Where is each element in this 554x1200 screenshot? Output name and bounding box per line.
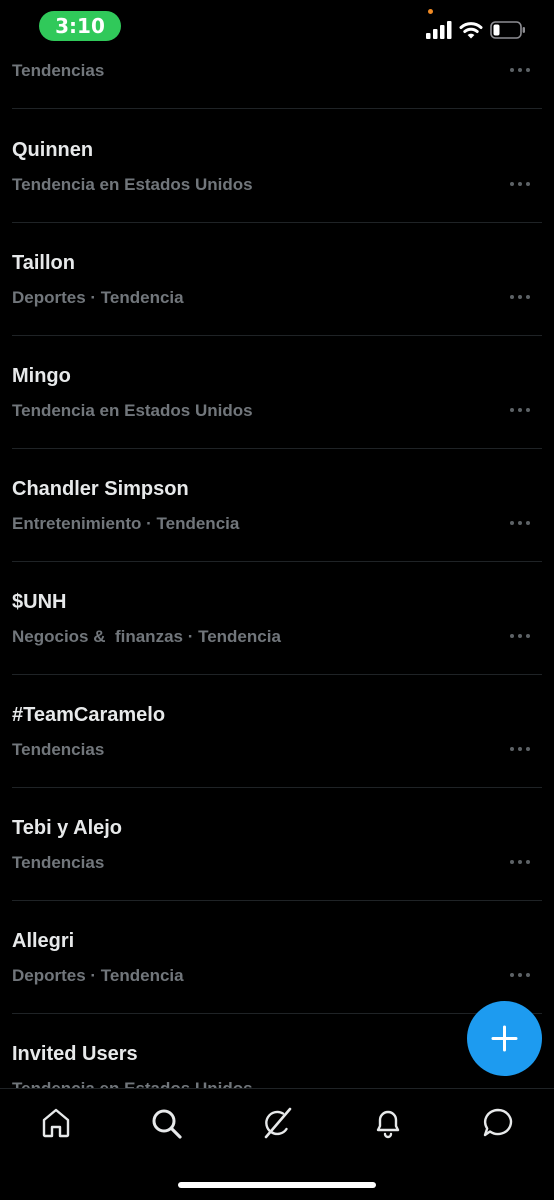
nav-home[interactable] bbox=[38, 1105, 74, 1141]
trend-item[interactable]: Quinnen Tendencia en Estados Unidos bbox=[0, 109, 554, 223]
trend-title: $UNH bbox=[12, 591, 67, 613]
trend-subtitle: Tendencias bbox=[12, 61, 105, 80]
nav-grok[interactable] bbox=[259, 1105, 295, 1141]
trend-item[interactable]: Taillon Deportes · Tendencia bbox=[0, 222, 554, 336]
trend-subtitle: Tendencias bbox=[12, 853, 105, 872]
plus-icon bbox=[491, 1025, 518, 1052]
status-bar: 3:10 bbox=[0, 0, 554, 60]
trend-subtitle: Deportes · Tendencia bbox=[12, 288, 184, 307]
trend-item[interactable]: Allegri Deportes · Tendencia bbox=[0, 900, 554, 1014]
more-options-icon[interactable] bbox=[510, 634, 532, 640]
nav-search[interactable] bbox=[148, 1105, 184, 1141]
cellular-signal-icon bbox=[426, 21, 452, 39]
more-options-icon[interactable] bbox=[510, 747, 532, 753]
more-options-icon[interactable] bbox=[510, 521, 532, 527]
compose-button[interactable] bbox=[467, 1001, 542, 1076]
message-icon bbox=[483, 1108, 513, 1137]
more-options-icon[interactable] bbox=[510, 860, 532, 866]
nav-notifications[interactable] bbox=[370, 1105, 406, 1141]
trend-title: Invited Users bbox=[12, 1043, 138, 1065]
home-icon bbox=[42, 1108, 70, 1138]
grok-icon bbox=[264, 1107, 292, 1139]
more-options-icon[interactable] bbox=[510, 973, 532, 979]
more-options-icon[interactable] bbox=[510, 68, 532, 74]
trend-subtitle: Tendencia en Estados Unidos bbox=[12, 401, 253, 420]
trend-subtitle: Tendencia en Estados Unidos bbox=[12, 1079, 253, 1088]
nav-messages[interactable] bbox=[480, 1105, 516, 1141]
trend-title: Taillon bbox=[12, 252, 75, 274]
trends-list: Tendencias Quinnen Tendencia en Estados … bbox=[0, 0, 554, 1088]
trend-title: Quinnen bbox=[12, 139, 94, 161]
home-indicator bbox=[178, 1182, 376, 1188]
battery-icon bbox=[490, 21, 525, 39]
trend-item[interactable]: $UNH Negocios & finanzas · Tendencia bbox=[0, 561, 554, 675]
trend-title: Allegri bbox=[12, 930, 75, 952]
more-options-icon[interactable] bbox=[510, 182, 532, 188]
trend-item[interactable]: Chandler Simpson Entretenimiento · Tende… bbox=[0, 448, 554, 562]
bell-icon bbox=[376, 1110, 400, 1139]
trend-title: Tebi y Alejo bbox=[12, 817, 123, 839]
trend-item[interactable]: Tebi y Alejo Tendencias bbox=[0, 787, 554, 901]
trend-item[interactable]: Mingo Tendencia en Estados Unidos bbox=[0, 335, 554, 449]
trend-subtitle: Deportes · Tendencia bbox=[12, 966, 184, 985]
more-options-icon[interactable] bbox=[510, 295, 532, 301]
search-icon bbox=[152, 1109, 182, 1139]
status-time: 3:10 bbox=[39, 11, 121, 41]
trend-item[interactable]: #TeamCaramelo Tendencias bbox=[0, 674, 554, 788]
more-options-icon[interactable] bbox=[510, 408, 532, 414]
wifi-icon bbox=[459, 22, 483, 39]
trend-subtitle: Entretenimiento · Tendencia bbox=[12, 514, 240, 533]
privacy-indicator-dot bbox=[428, 9, 433, 14]
trend-title: Mingo bbox=[12, 365, 71, 387]
trend-subtitle: Tendencias bbox=[12, 740, 105, 759]
trend-subtitle: Tendencia en Estados Unidos bbox=[12, 175, 253, 194]
trend-subtitle: Negocios & finanzas · Tendencia bbox=[12, 627, 281, 646]
trend-title: #TeamCaramelo bbox=[12, 704, 166, 726]
trend-title: Chandler Simpson bbox=[12, 478, 189, 500]
